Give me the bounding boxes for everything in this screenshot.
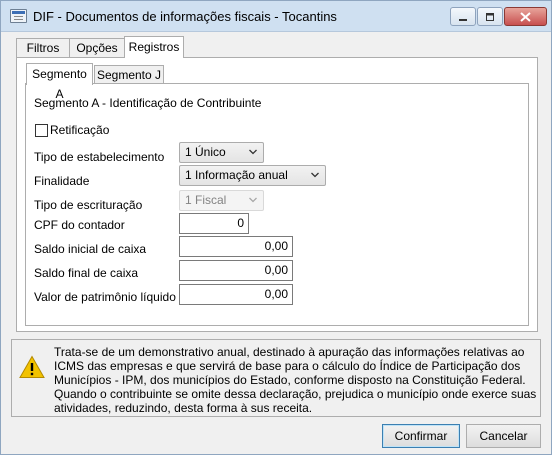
minimize-icon bbox=[459, 18, 467, 21]
finalidade-value: 1 Informação anual bbox=[185, 168, 288, 182]
tipo-estabelecimento-value: 1 Único bbox=[185, 145, 226, 159]
window-title: DIF - Documentos de informações fiscais … bbox=[33, 9, 337, 24]
tab-registros[interactable]: Registros bbox=[124, 36, 184, 58]
tab-segmento-j[interactable]: Segmento J bbox=[94, 65, 164, 85]
tipo-estabelecimento-select[interactable]: 1 Único bbox=[179, 142, 264, 163]
warning-icon bbox=[19, 355, 45, 378]
tipo-escrituracao-label: Tipo de escrituração bbox=[34, 198, 143, 212]
cancel-label: Cancelar bbox=[479, 429, 528, 443]
finalidade-label: Finalidade bbox=[34, 174, 90, 188]
confirm-button[interactable]: Confirmar bbox=[382, 424, 460, 448]
segmento-a-panel: Segmento A - Identificação de Contribuin… bbox=[25, 83, 529, 326]
confirm-label: Confirmar bbox=[394, 429, 448, 443]
tipo-estabelecimento-label: Tipo de estabelecimento bbox=[34, 150, 165, 164]
dialog-window: DIF - Documentos de informações fiscais … bbox=[0, 0, 552, 455]
saldo-final-label: Saldo final de caixa bbox=[34, 266, 139, 280]
valor-patrimonio-label: Valor de patrimônio líquido bbox=[34, 290, 176, 304]
restore-icon bbox=[486, 12, 494, 21]
registros-panel: Segmento A Segmento J Segmento A - Ident… bbox=[16, 57, 538, 332]
chevron-down-icon bbox=[249, 149, 257, 155]
chevron-down-icon bbox=[311, 172, 319, 178]
saldo-inicial-input[interactable]: 0,00 bbox=[179, 236, 293, 257]
tab-filtros[interactable]: Filtros bbox=[16, 38, 70, 58]
section-title: Segmento A - Identificação de Contribuin… bbox=[34, 96, 262, 110]
chevron-down-icon bbox=[249, 197, 257, 203]
close-icon bbox=[520, 11, 531, 22]
cpf-contador-input[interactable]: 0 bbox=[179, 213, 249, 234]
tab-segmento-a[interactable]: Segmento A bbox=[26, 63, 93, 101]
retificacao-checkbox[interactable] bbox=[35, 123, 48, 137]
tab-opcoes[interactable]: Opções bbox=[69, 38, 125, 58]
saldo-final-input[interactable]: 0,00 bbox=[179, 260, 293, 281]
tipo-escrituracao-select: 1 Fiscal bbox=[179, 190, 264, 211]
cpf-contador-label: CPF do contador bbox=[34, 218, 125, 232]
valor-patrimonio-input[interactable]: 0,00 bbox=[179, 284, 293, 305]
close-button[interactable] bbox=[504, 7, 547, 26]
finalidade-select[interactable]: 1 Informação anual bbox=[179, 165, 326, 186]
info-text: Trata-se de um demonstrativo anual, dest… bbox=[54, 345, 537, 415]
title-bar[interactable]: DIF - Documentos de informações fiscais … bbox=[1, 1, 551, 32]
retificacao-checkbox-row[interactable]: Retificação bbox=[35, 123, 109, 137]
tipo-escrituracao-value: 1 Fiscal bbox=[185, 193, 227, 207]
info-box: Trata-se de um demonstrativo anual, dest… bbox=[11, 339, 541, 417]
app-icon bbox=[10, 9, 27, 23]
cancel-button[interactable]: Cancelar bbox=[466, 424, 541, 448]
retificacao-label: Retificação bbox=[50, 123, 110, 137]
minimize-button[interactable] bbox=[450, 7, 476, 26]
saldo-inicial-label: Saldo inicial de caixa bbox=[34, 242, 147, 256]
maximize-button[interactable] bbox=[477, 7, 503, 26]
